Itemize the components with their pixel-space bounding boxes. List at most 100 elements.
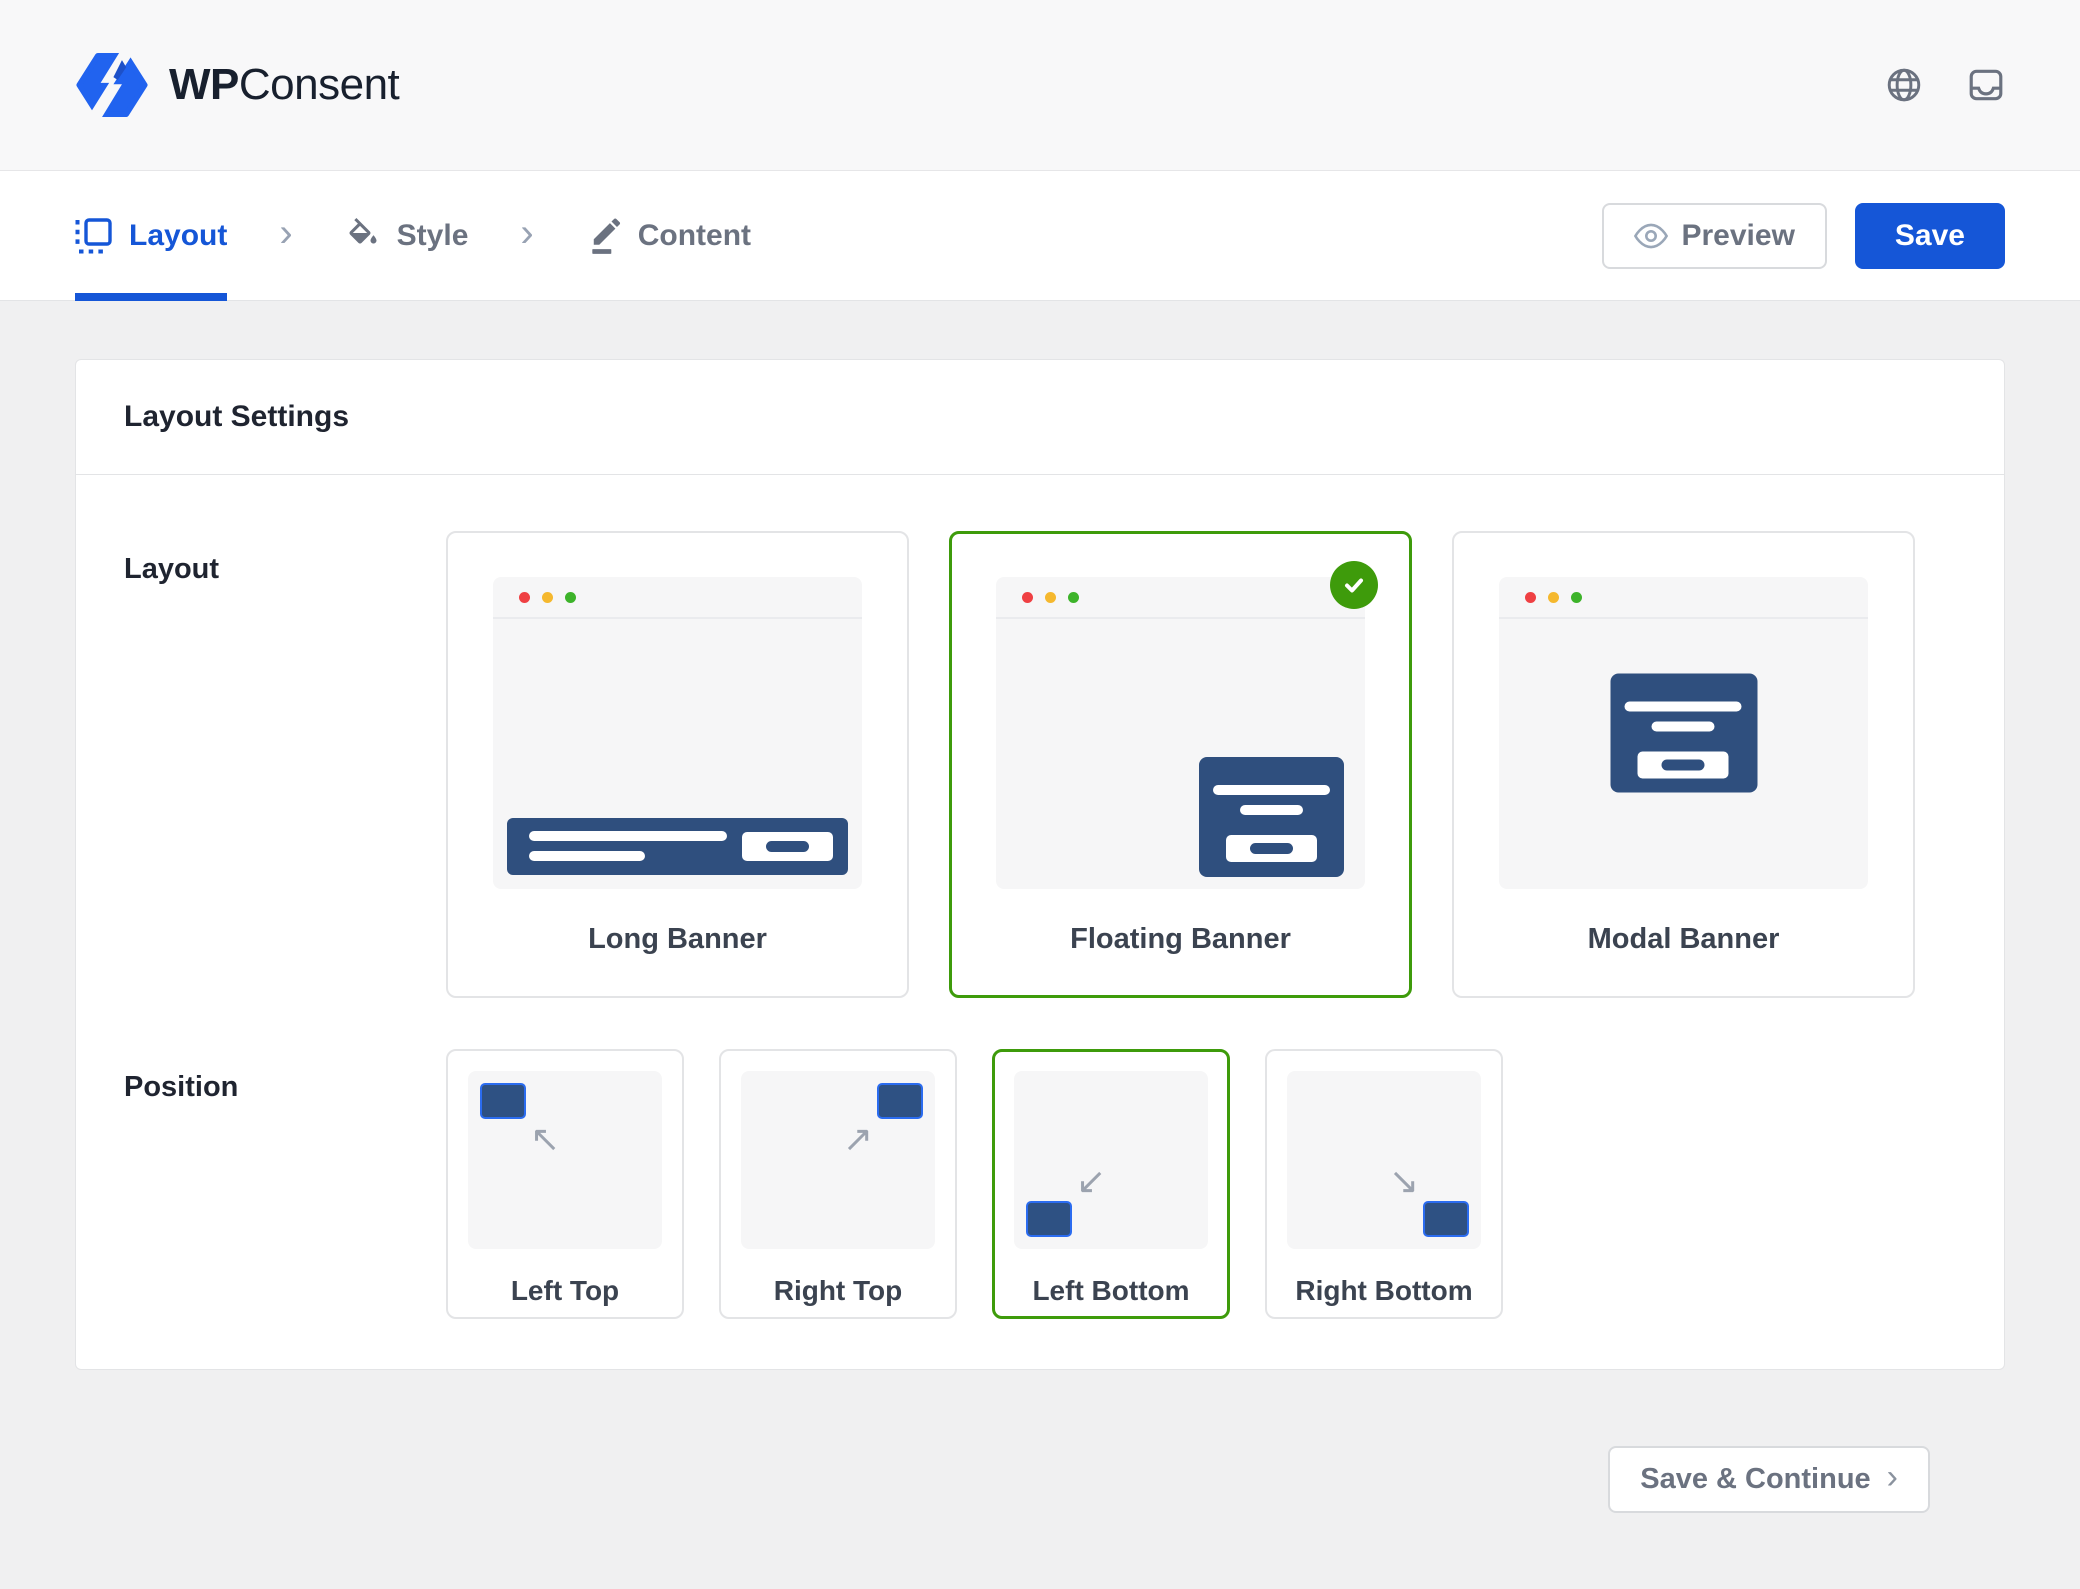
long-banner-preview [507,818,848,875]
banner-position-square [877,1083,923,1119]
position-option-label: Left Top [448,1275,682,1307]
position-setting-row: Position ↖ Left Top ↗ [124,1049,1956,1319]
browser-mockup [996,577,1365,889]
page: WPConsent [0,0,2080,1589]
layout-option-label: Long Banner [448,923,907,956]
toolbar: Preview Save [1602,203,2006,269]
layout-option-floating-banner[interactable]: Floating Banner [949,531,1412,998]
banner-position-square [480,1083,526,1119]
footer-bar: Save & Continue › [75,1370,2005,1513]
check-icon [1341,572,1367,598]
arrow-up-right-icon: ↗ [843,1121,873,1157]
yellow-dot-icon [542,592,553,603]
text-line [529,851,645,861]
position-option-left-bottom[interactable]: ↙ Left Bottom [992,1049,1230,1319]
save-button-label: Save [1895,219,1965,253]
layout-settings-panel: Layout Settings Layout [75,359,2005,1370]
preview-button[interactable]: Preview [1602,203,1827,269]
position-row-label: Position [124,1049,446,1319]
chevron-right-icon: › [1887,1458,1898,1501]
brand: WPConsent [75,53,399,117]
mockup-topbar [1499,577,1868,619]
layout-row-label: Layout [124,531,446,998]
header-icons [1885,66,2005,104]
save-continue-label: Save & Continue [1640,1463,1870,1496]
panel-body: Layout [76,475,2004,1369]
brand-name: WPConsent [169,60,399,110]
text-line [1651,722,1714,732]
arrow-down-right-icon: ↘ [1389,1163,1419,1199]
tab-separator-icon: › [279,213,292,259]
brand-name-bold: WP [169,60,239,109]
main-content: Layout Settings Layout [0,301,2080,1513]
eye-icon [1634,223,1668,249]
position-option-right-bottom[interactable]: ↘ Right Bottom [1265,1049,1503,1319]
browser-mockup [1499,577,1868,889]
tab-layout[interactable]: Layout [75,171,227,300]
layout-option-label: Floating Banner [952,923,1409,956]
tab-content[interactable]: Content [586,171,751,300]
active-tab-underline [75,293,227,301]
layout-option-long-banner[interactable]: Long Banner [446,531,909,998]
layout-options: Long Banner [446,531,1915,998]
panel-title: Layout Settings [124,400,349,434]
app-header: WPConsent [0,0,2080,171]
panel-header: Layout Settings [76,360,2004,475]
tab-content-label: Content [638,219,751,253]
green-dot-icon [565,592,576,603]
banner-position-square [1026,1201,1072,1237]
save-continue-button[interactable]: Save & Continue › [1608,1446,1930,1513]
browser-mockup [493,577,862,889]
position-option-label: Right Top [721,1275,955,1307]
inbox-icon[interactable] [1967,66,2005,104]
green-dot-icon [1571,592,1582,603]
mock-accept-button [1226,835,1317,862]
selected-check-badge [1330,561,1378,609]
tab-style[interactable]: Style [345,171,469,300]
arrow-down-left-icon: ↙ [1076,1163,1106,1199]
step-tabbar: Layout › Style › Content [0,171,2080,301]
mock-button-label [766,841,809,852]
position-option-left-top[interactable]: ↖ Left Top [446,1049,684,1319]
paint-bucket-icon [345,218,381,254]
layout-icon [75,218,113,254]
text-line [529,831,727,841]
yellow-dot-icon [1045,592,1056,603]
mock-button-label [1661,760,1704,771]
tab-separator-icon: › [520,213,533,259]
position-mockup: ↖ [468,1071,662,1249]
yellow-dot-icon [1548,592,1559,603]
tab-style-label: Style [397,219,469,253]
floating-banner-preview [1199,757,1344,877]
brand-name-rest: Consent [239,60,399,109]
mockup-topbar [493,577,862,619]
modal-banner-preview [1610,674,1757,793]
position-option-label: Left Bottom [995,1275,1227,1307]
layout-option-modal-banner[interactable]: Modal Banner [1452,531,1915,998]
position-options: ↖ Left Top ↗ Right Top [446,1049,1503,1319]
step-tabs: Layout › Style › Content [75,171,751,300]
pencil-icon [586,217,622,255]
globe-icon[interactable] [1885,66,1923,104]
text-line [1624,702,1741,712]
red-dot-icon [1525,592,1536,603]
position-option-label: Right Bottom [1267,1275,1501,1307]
green-dot-icon [1068,592,1079,603]
layout-option-label: Modal Banner [1454,923,1913,956]
layout-setting-row: Layout [124,531,1956,998]
mock-button-label [1250,843,1293,854]
text-line [1240,805,1303,815]
position-mockup: ↙ [1014,1071,1208,1249]
banner-position-square [1423,1201,1469,1237]
save-button[interactable]: Save [1855,203,2005,269]
preview-button-label: Preview [1682,219,1795,253]
wpconsent-logo-icon [75,53,149,117]
red-dot-icon [519,592,530,603]
position-mockup: ↘ [1287,1071,1481,1249]
text-line [1213,785,1330,795]
tab-layout-label: Layout [129,219,227,253]
arrow-up-left-icon: ↖ [530,1121,560,1157]
mockup-topbar [996,577,1365,619]
mock-accept-button [1637,752,1728,779]
position-option-right-top[interactable]: ↗ Right Top [719,1049,957,1319]
